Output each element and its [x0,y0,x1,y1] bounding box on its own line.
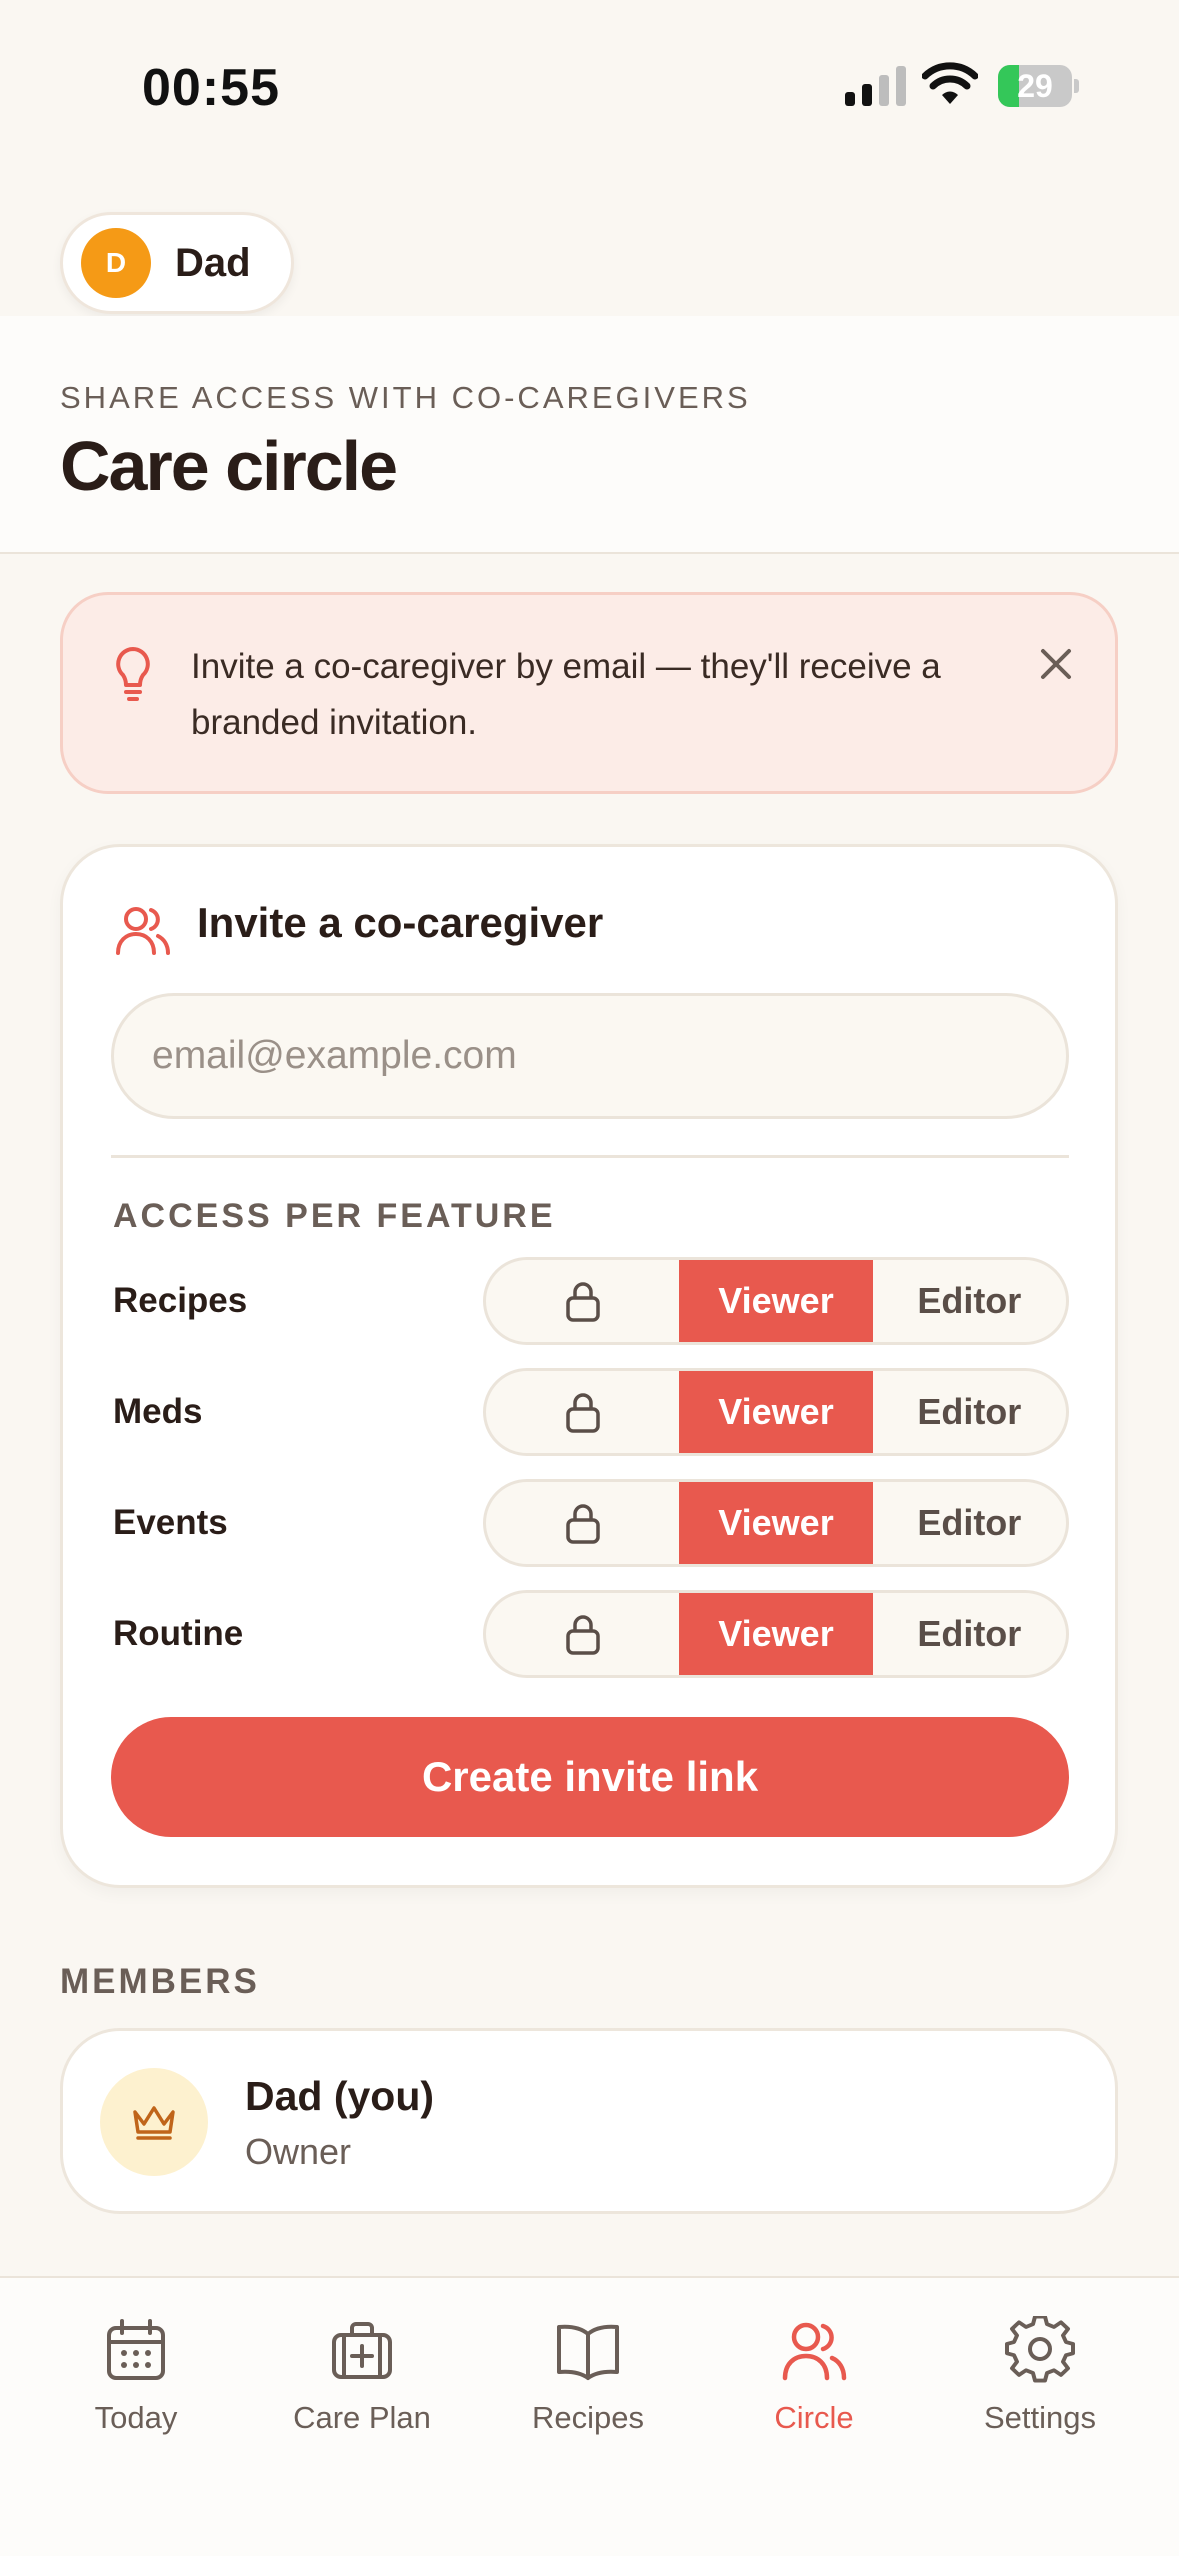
tab-settings[interactable]: Settings [930,2316,1150,2436]
tab-label: Recipes [532,2400,644,2435]
tab-recipes[interactable]: Recipes [478,2316,698,2436]
tab-label: Settings [983,2400,1096,2435]
members-heading: MEMBERS [60,1962,260,2001]
member-avatar [100,2068,208,2176]
member-name: Dad (you) [245,2073,435,2119]
no-access-option[interactable] [486,1593,679,1675]
feature-label: Recipes [113,1281,248,1320]
viewer-option[interactable]: Viewer [679,1482,873,1564]
invite-card: Invite a co-caregiver ACCESS PER FEATURE… [60,844,1118,1888]
viewer-option[interactable]: Viewer [679,1260,873,1342]
close-icon[interactable] [1033,641,1079,687]
access-per-feature-heading: ACCESS PER FEATURE [113,1197,556,1235]
viewer-option[interactable]: Viewer [679,1593,873,1675]
calendar-icon [107,2319,165,2380]
status-bar: 00:55 29 [0,0,1179,180]
no-access-option[interactable] [486,1260,679,1342]
tab-bar: Today Care Plan Recipes Circle Settings [0,2276,1179,2556]
no-access-option[interactable] [486,1482,679,1564]
divider [111,1155,1069,1158]
people-icon [116,907,170,955]
editor-option[interactable]: Editor [873,1371,1066,1453]
book-icon [557,2324,619,2380]
tab-circle[interactable]: Circle [704,2316,924,2436]
editor-option[interactable]: Editor [873,1593,1066,1675]
battery-icon: 29 [998,65,1079,107]
page-kicker: SHARE ACCESS WITH CO-CAREGIVERS [60,380,751,415]
access-segmented-control: Viewer Editor [483,1590,1069,1678]
lock-icon [565,1615,600,1655]
feature-row-routine: Routine Viewer Editor [111,1590,1069,1678]
profile-switcher[interactable]: D Dad [60,212,294,314]
cellular-signal-icon [845,66,906,106]
viewer-option[interactable]: Viewer [679,1371,873,1453]
feature-row-meds: Meds Viewer Editor [111,1368,1069,1456]
tab-care-plan[interactable]: Care Plan [252,2316,472,2436]
status-time: 00:55 [142,59,280,117]
email-input[interactable] [111,993,1069,1119]
tab-label: Circle [774,2400,854,2435]
feature-label: Routine [113,1614,244,1653]
no-access-option[interactable] [486,1371,679,1453]
lock-icon [565,1504,600,1544]
feature-label: Events [113,1503,228,1542]
create-invite-link-button[interactable]: Create invite link [111,1717,1069,1837]
tip-banner: Invite a co-caregiver by email — they'll… [60,592,1118,794]
access-segmented-control: Viewer Editor [483,1479,1069,1567]
feature-row-recipes: Recipes Viewer Editor [111,1257,1069,1345]
feature-label: Meds [113,1392,203,1431]
wifi-icon [922,62,978,104]
feature-row-events: Events Viewer Editor [111,1479,1069,1567]
editor-option[interactable]: Editor [873,1260,1066,1342]
gear-icon [1005,2316,1075,2383]
tab-today[interactable]: Today [26,2316,246,2436]
member-role: Owner [245,2131,352,2172]
page-header: SHARE ACCESS WITH CO-CAREGIVERS Care cir… [0,316,1179,554]
access-segmented-control: Viewer Editor [483,1257,1069,1345]
profile-name: Dad [175,240,251,285]
tab-label: Today [94,2400,178,2435]
crown-icon [133,2106,175,2140]
medical-kit-icon [332,2322,392,2379]
page-title: Care circle [60,427,398,505]
tab-label: Care Plan [293,2400,431,2435]
member-card[interactable]: Dad (you) Owner [60,2028,1118,2214]
tip-text: Invite a co-caregiver by email — they'll… [191,647,941,742]
editor-option[interactable]: Editor [873,1482,1066,1564]
lock-icon [565,1282,600,1322]
access-segmented-control: Viewer Editor [483,1368,1069,1456]
people-icon [782,2322,847,2381]
lightbulb-icon [116,647,150,701]
battery-level: 29 [1017,68,1053,104]
invite-title: Invite a co-caregiver [197,899,604,946]
profile-avatar: D [81,228,151,298]
lock-icon [565,1393,600,1433]
